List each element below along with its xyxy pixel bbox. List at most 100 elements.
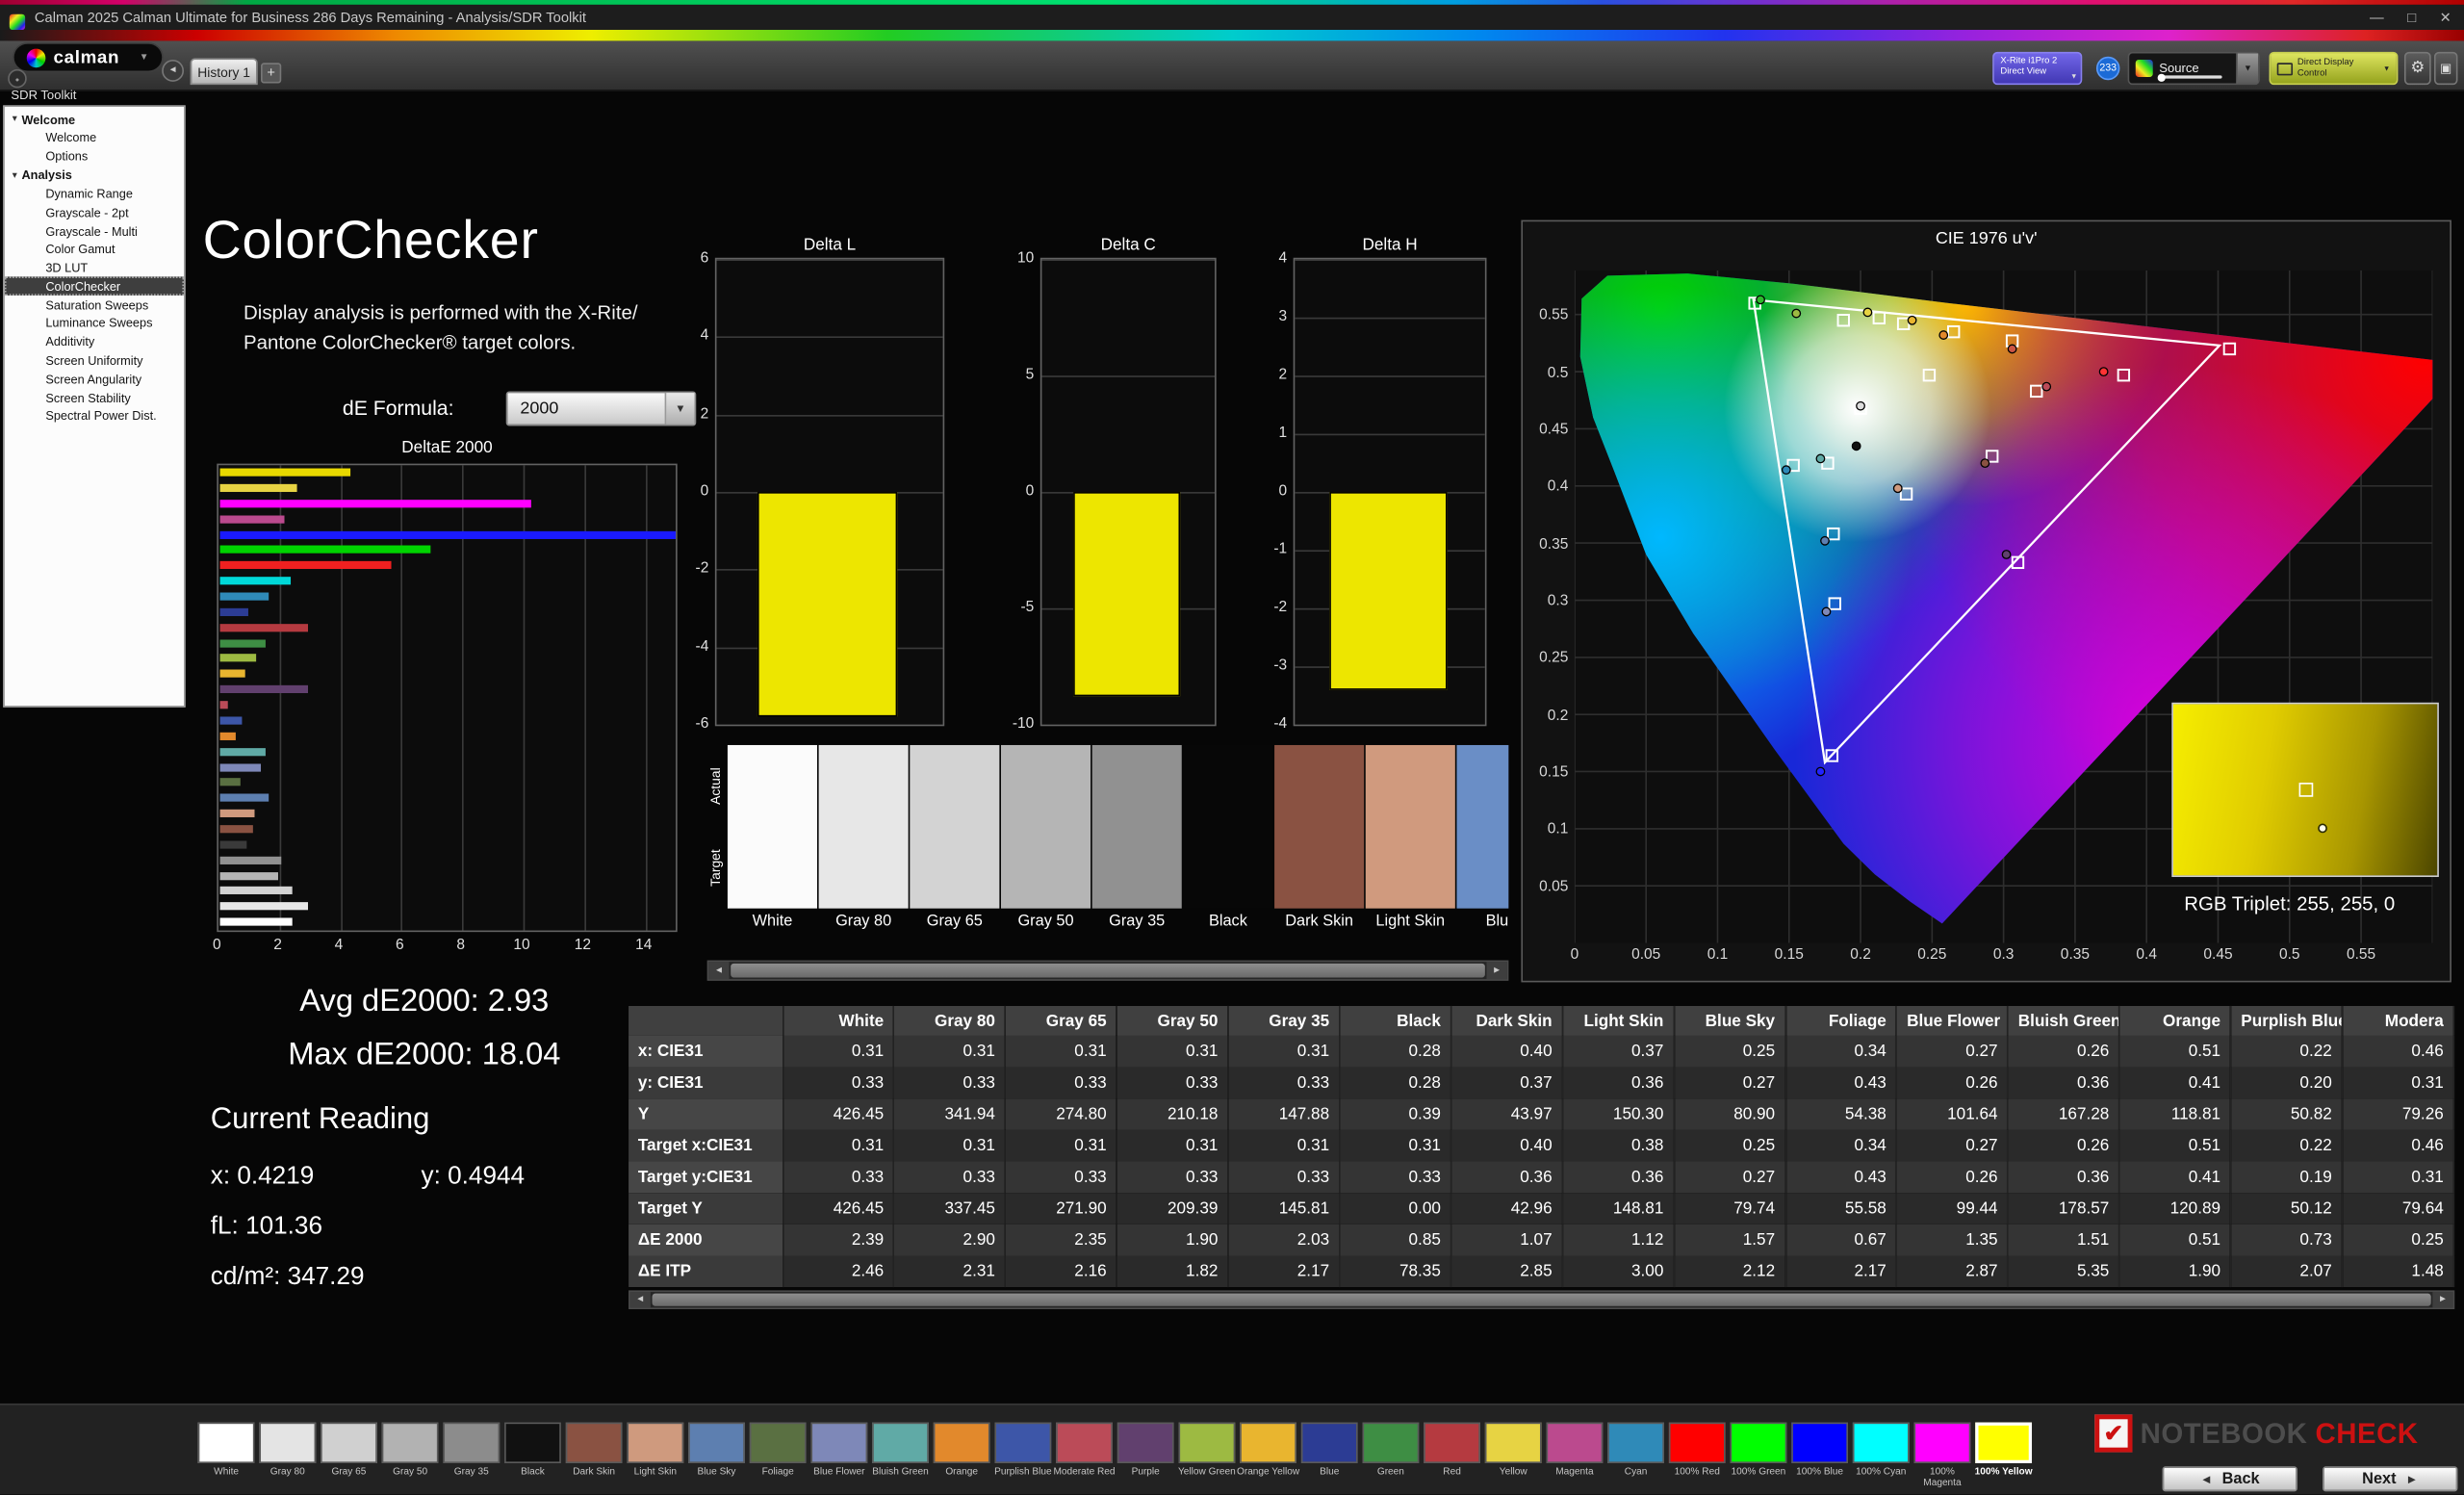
- workspace-dot-button[interactable]: ●: [8, 69, 27, 89]
- patch-button-label: Yellow: [1482, 1468, 1545, 1479]
- patch-swatch: [1607, 1423, 1664, 1463]
- sidebar-item-screen-angularity[interactable]: Screen Angularity: [5, 370, 184, 388]
- table-cell: 147.88: [1228, 1098, 1340, 1130]
- deltae-bar-magenta: [220, 515, 284, 523]
- sidebar-item-color-gamut[interactable]: Color Gamut: [5, 241, 184, 259]
- chevron-down-icon[interactable]: ▼: [2236, 54, 2258, 84]
- table-cell: 0.34: [1785, 1130, 1897, 1162]
- table-cell: 0.33: [894, 1162, 1006, 1194]
- patch-button-label: 100% Cyan: [1850, 1468, 1912, 1479]
- deltae-bar-100pct-red: [220, 561, 391, 569]
- app-icon: [10, 14, 25, 30]
- scroll-left-icon[interactable]: ◄: [630, 1292, 651, 1307]
- back-button[interactable]: ◄ Back: [2163, 1466, 2297, 1491]
- reading-cdm2: cd/m²: 347.29: [211, 1264, 365, 1292]
- sidebar-item-options[interactable]: Options: [5, 147, 184, 166]
- sidebar-item-spectral-power-dist[interactable]: Spectral Power Dist.: [5, 407, 184, 425]
- table-row-y: Y426.45341.94274.80210.18147.880.3943.97…: [629, 1098, 2453, 1130]
- gridline: [1295, 725, 1485, 727]
- direct-display-control-label: Direct Display Control: [2297, 58, 2378, 80]
- add-tab-button[interactable]: +: [261, 63, 281, 83]
- table-row-label: ΔE 2000: [629, 1224, 783, 1256]
- table-cell: 0.20: [2231, 1068, 2343, 1099]
- deltae-bar-gray-50: [220, 871, 278, 879]
- de-formula-dropdown[interactable]: 2000 ▼: [506, 392, 697, 426]
- table-cell: 0.31: [894, 1130, 1006, 1162]
- patch-swatch: [810, 1423, 867, 1463]
- patch-button-label: 100% Blue: [1788, 1468, 1851, 1479]
- patch-button-label: 100% Yellow: [1972, 1468, 2035, 1479]
- source-select-button[interactable]: Source ▼: [2128, 52, 2260, 85]
- table-cell: 0.51: [2119, 1224, 2231, 1256]
- table-cell: 0.36: [1450, 1162, 1562, 1194]
- table-column-header-gray-50: Gray 50: [1116, 1006, 1228, 1036]
- tab-history-1[interactable]: History 1: [191, 58, 258, 85]
- gridline: [716, 415, 942, 417]
- scroll-left-icon[interactable]: ◄: [708, 962, 729, 979]
- sidebar-item-welcome[interactable]: Welcome: [5, 129, 184, 147]
- table-cell: 0.33: [1340, 1162, 1451, 1194]
- patch-comparison-strip: Actual Target WhiteGray 80Gray 65Gray 50…: [707, 745, 1509, 941]
- table-cell: 0.39: [1340, 1098, 1451, 1130]
- minimize-button[interactable]: —: [2370, 10, 2384, 25]
- tick-label: 4: [680, 327, 708, 345]
- notebookcheck-watermark: ✔ NOTEBOOK CHECK: [2094, 1409, 2418, 1456]
- scrollbar-thumb[interactable]: [731, 964, 1485, 978]
- next-button[interactable]: Next ►: [2323, 1466, 2457, 1491]
- sidebar-section-analysis[interactable]: ▾Analysis: [5, 166, 184, 185]
- direct-display-control-button[interactable]: Direct Display Control ▼: [2270, 52, 2399, 85]
- calman-menu-button[interactable]: calman ▼: [13, 42, 164, 72]
- sidebar-section-welcome[interactable]: ▾Welcome: [5, 110, 184, 129]
- avg-de2000-readout: Avg dE2000: 2.93: [189, 984, 660, 1020]
- deltae-bar-green: [220, 639, 266, 647]
- tick-label: 10: [507, 937, 535, 954]
- deltae-bar-cyan: [220, 592, 270, 600]
- sidebar-item-luminance-sweeps[interactable]: Luminance Sweeps: [5, 315, 184, 333]
- sidebar-item-grayscale-2pt[interactable]: Grayscale - 2pt: [5, 203, 184, 221]
- display-view-button[interactable]: ▣: [2434, 52, 2457, 85]
- window-title: Calman 2025 Calman Ultimate for Business…: [35, 5, 586, 30]
- collapse-panel-button[interactable]: ◄: [162, 60, 184, 82]
- deltae-chart-title: DeltaE 2000: [217, 439, 677, 458]
- table-cell: 50.82: [2231, 1098, 2343, 1130]
- rgb-triplet-label: RGB Triplet: 255, 255, 0: [2124, 892, 2454, 915]
- patch-button-label: Purple: [1115, 1468, 1177, 1479]
- de-formula-label: dE Formula:: [343, 396, 454, 419]
- table-cell: 0.36: [1562, 1162, 1674, 1194]
- table-column-header-gray-80: Gray 80: [894, 1006, 1006, 1036]
- patch-strip-scrollbar[interactable]: ◄ ►: [707, 961, 1509, 981]
- scrollbar-thumb[interactable]: [653, 1294, 2431, 1306]
- delta-bar-100pct-yellow: [757, 492, 898, 717]
- patch-button-label: Gray 65: [318, 1468, 380, 1479]
- scroll-right-icon[interactable]: ►: [1486, 962, 1506, 979]
- table-cell: 2.17: [1785, 1255, 1897, 1287]
- meter-select-button[interactable]: X-Rite i1Pro 2 Direct View ▼: [1992, 52, 2082, 85]
- patch-button-label: Blue Sky: [685, 1468, 748, 1479]
- sidebar-item-additivity[interactable]: Additivity: [5, 333, 184, 351]
- table-cell: 1.57: [1674, 1224, 1785, 1256]
- table-cell: 0.33: [1006, 1068, 1117, 1099]
- table-column-header-blue-flower: Blue Flower: [1896, 1006, 2008, 1036]
- source-slider[interactable]: [2159, 75, 2221, 78]
- table-cell: 2.90: [894, 1224, 1006, 1256]
- gridline: [1041, 375, 1215, 377]
- sidebar-item-3d-lut[interactable]: 3D LUT: [5, 259, 184, 277]
- sidebar-item-screen-stability[interactable]: Screen Stability: [5, 389, 184, 407]
- sidebar-item-saturation-sweeps[interactable]: Saturation Sweeps: [5, 296, 184, 314]
- chevron-down-icon: ▾: [13, 115, 17, 124]
- patch-tile-label: Gray 80: [819, 914, 909, 931]
- table-cell: 0.33: [1116, 1162, 1228, 1194]
- sidebar-item-dynamic-range[interactable]: Dynamic Range: [5, 185, 184, 203]
- table-scrollbar[interactable]: ◄ ►: [629, 1290, 2454, 1309]
- sidebar-item-colorchecker[interactable]: ColorChecker: [5, 277, 184, 296]
- maximize-button[interactable]: □: [2407, 10, 2416, 25]
- table-row-target-x-cie31: Target x:CIE310.310.310.310.310.310.310.…: [629, 1130, 2453, 1162]
- sidebar-item-screen-uniformity[interactable]: Screen Uniformity: [5, 351, 184, 370]
- sidebar-item-grayscale-multi[interactable]: Grayscale - Multi: [5, 221, 184, 240]
- settings-button[interactable]: ⚙: [2404, 52, 2431, 85]
- table-cell: 271.90: [1006, 1193, 1117, 1224]
- patch-tiles: [728, 745, 1508, 909]
- table-cell: 2.31: [894, 1255, 1006, 1287]
- close-button[interactable]: ✕: [2440, 9, 2451, 26]
- scroll-right-icon[interactable]: ►: [2432, 1292, 2452, 1307]
